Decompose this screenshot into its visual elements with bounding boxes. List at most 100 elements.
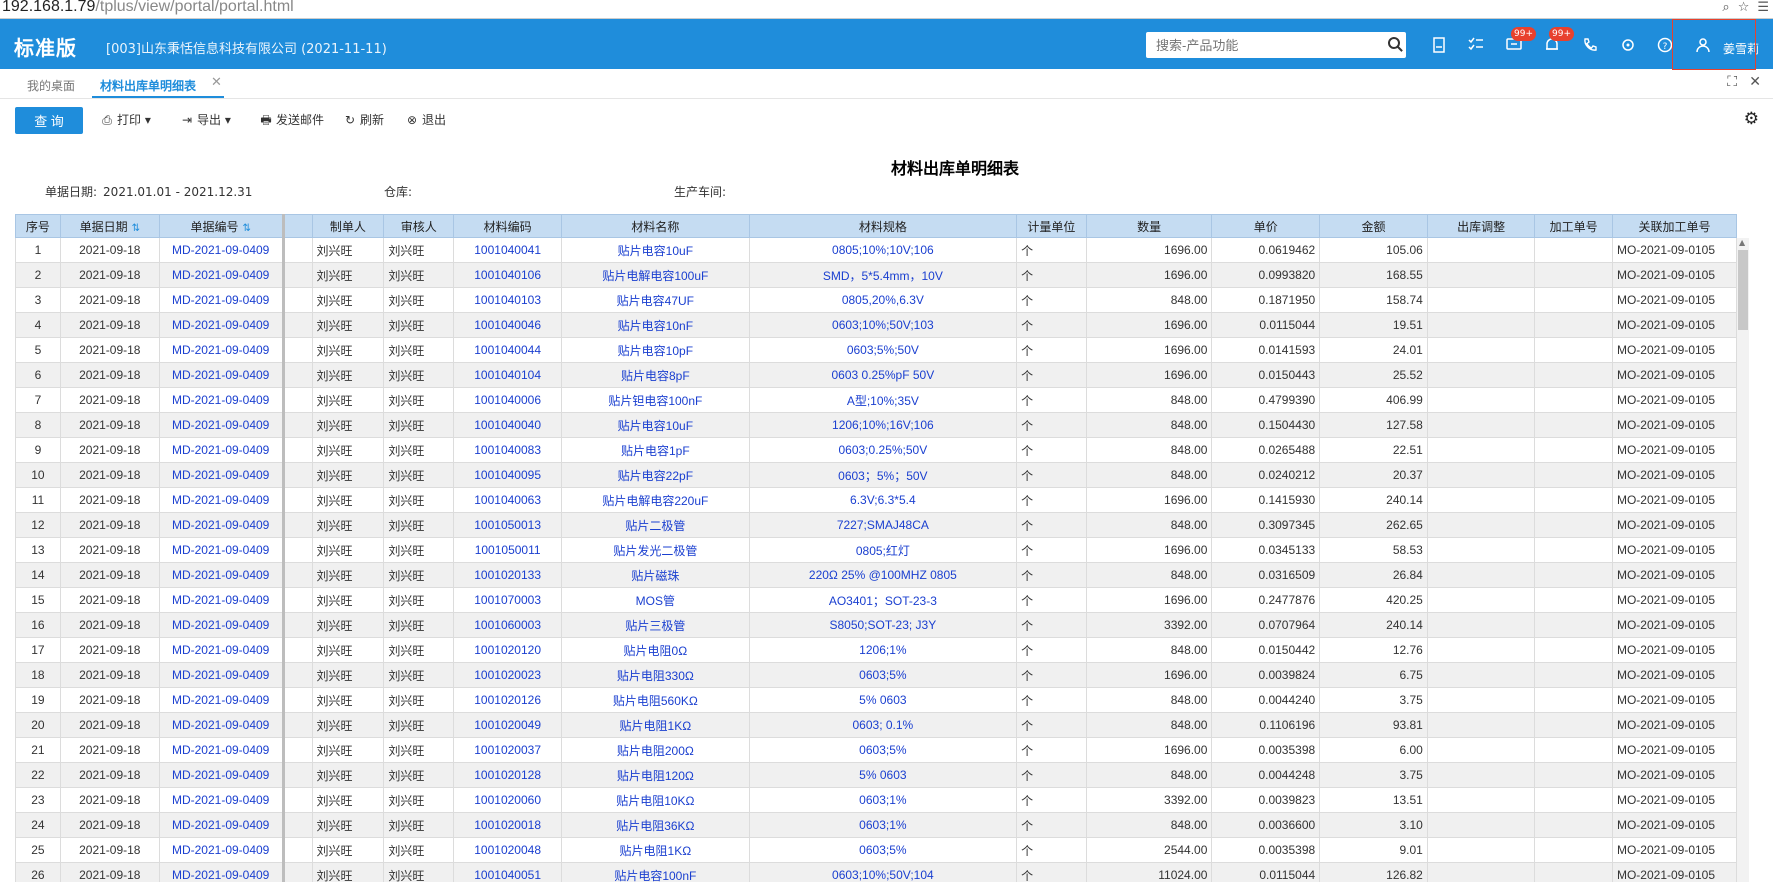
doc-number-link[interactable]: MD-2021-09-0409: [158, 712, 284, 738]
table-row[interactable]: 6 2021-09-18 MD-2021-09-0409 刘兴旺 刘兴旺 10010401…: [15, 362, 1737, 388]
doc-number-link[interactable]: MD-2021-09-0409: [158, 562, 284, 588]
material-code-link[interactable]: 1001020048: [453, 837, 563, 863]
doc-number-link[interactable]: MD-2021-09-0409: [158, 787, 284, 813]
tab-home[interactable]: 我的桌面: [27, 77, 75, 94]
doc-number-link[interactable]: MD-2021-09-0409: [158, 387, 284, 413]
doc-number-link[interactable]: MD-2021-09-0409: [158, 512, 284, 538]
doc-number-link[interactable]: MD-2021-09-0409: [158, 812, 284, 838]
doc-number-link[interactable]: MD-2021-09-0409: [158, 687, 284, 713]
material-code-link[interactable]: 1001040006: [453, 387, 563, 413]
tab-material-outbound-detail[interactable]: 材料出库单明细表: [100, 77, 196, 94]
col-header[interactable]: 制单人: [311, 214, 385, 238]
col-header[interactable]: 材料编码: [453, 214, 563, 238]
scroll-up-icon[interactable]: ▲: [1739, 238, 1745, 247]
table-row[interactable]: 18 2021-09-18 MD-2021-09-0409 刘兴旺 刘兴旺 1001020…: [15, 662, 1737, 688]
material-code-link[interactable]: 1001040046: [453, 312, 563, 338]
url-text[interactable]: 192.168.1.79/tplus/view/portal/portal.ht…: [2, 0, 294, 16]
table-row[interactable]: 4 2021-09-18 MD-2021-09-0409 刘兴旺 刘兴旺 10010400…: [15, 312, 1737, 338]
material-code-link[interactable]: 1001050011: [453, 537, 563, 563]
doc-number-link[interactable]: MD-2021-09-0409: [158, 487, 284, 513]
doc-number-link[interactable]: MD-2021-09-0409: [158, 612, 284, 638]
material-code-link[interactable]: 1001020128: [453, 762, 563, 788]
material-code-link[interactable]: 1001050013: [453, 512, 563, 538]
material-code-link[interactable]: 1001020120: [453, 637, 563, 663]
table-row[interactable]: 3 2021-09-18 MD-2021-09-0409 刘兴旺 刘兴旺 10010401…: [15, 287, 1737, 313]
material-code-link[interactable]: 1001020018: [453, 812, 563, 838]
material-code-link[interactable]: 1001040083: [453, 437, 563, 463]
star-icon[interactable]: ☆: [1738, 0, 1750, 15]
col-header[interactable]: 关联加工单号: [1611, 214, 1737, 238]
scrollbar-thumb[interactable]: [1738, 250, 1748, 330]
table-row[interactable]: 8 2021-09-18 MD-2021-09-0409 刘兴旺 刘兴旺 10010400…: [15, 412, 1737, 438]
table-row[interactable]: 9 2021-09-18 MD-2021-09-0409 刘兴旺 刘兴旺 10010400…: [15, 437, 1737, 463]
table-row[interactable]: 1 2021-09-18 MD-2021-09-0409 刘兴旺 刘兴旺 10010400…: [15, 237, 1737, 263]
doc-number-link[interactable]: MD-2021-09-0409: [158, 462, 284, 488]
doc-number-link[interactable]: MD-2021-09-0409: [158, 412, 284, 438]
menu-icon[interactable]: ☰: [1757, 0, 1769, 15]
col-header[interactable]: 审核人: [383, 214, 455, 238]
doc-number-link[interactable]: MD-2021-09-0409: [158, 337, 284, 363]
sort-icon[interactable]: ⇅: [242, 223, 250, 234]
send-email-button[interactable]: 🖶 发送邮件: [259, 111, 324, 132]
col-header[interactable]: 单价: [1211, 214, 1321, 238]
table-row[interactable]: 22 2021-09-18 MD-2021-09-0409 刘兴旺 刘兴旺 1001020…: [15, 762, 1737, 788]
table-row[interactable]: 2 2021-09-18 MD-2021-09-0409 刘兴旺 刘兴旺 10010401…: [15, 262, 1737, 288]
message-icon[interactable]: 99+: [1505, 27, 1536, 55]
material-code-link[interactable]: 1001020049: [453, 712, 563, 738]
col-header[interactable]: 计量单位: [1016, 214, 1087, 238]
export-button[interactable]: ⇥ 导出 ▾: [180, 111, 231, 128]
doc-number-link[interactable]: MD-2021-09-0409: [158, 737, 284, 763]
table-row[interactable]: 20 2021-09-18 MD-2021-09-0409 刘兴旺 刘兴旺 1001020…: [15, 712, 1737, 738]
material-code-link[interactable]: 1001040044: [453, 337, 563, 363]
notification-bell-icon[interactable]: 99+: [1543, 27, 1574, 55]
doc-number-link[interactable]: MD-2021-09-0409: [158, 287, 284, 313]
material-code-link[interactable]: 1001040063: [453, 487, 563, 513]
refresh-button[interactable]: ↻ 刷新: [343, 111, 384, 128]
query-button[interactable]: 查 询: [15, 107, 83, 134]
zoom-icon[interactable]: ⌕: [1722, 0, 1729, 15]
table-row[interactable]: 16 2021-09-18 MD-2021-09-0409 刘兴旺 刘兴旺 1001060…: [15, 612, 1737, 638]
vertical-scrollbar[interactable]: ▲: [1737, 238, 1749, 882]
search-input[interactable]: [1154, 32, 1378, 58]
exit-button[interactable]: ⊗ 退出: [405, 111, 446, 128]
table-row[interactable]: 17 2021-09-18 MD-2021-09-0409 刘兴旺 刘兴旺 1001020…: [15, 637, 1737, 663]
support-icon[interactable]: [1619, 37, 1637, 55]
search-box[interactable]: [1146, 32, 1406, 58]
gear-icon[interactable]: ⚙: [1744, 109, 1759, 129]
material-code-link[interactable]: 1001040051: [453, 862, 563, 882]
material-code-link[interactable]: 1001040041: [453, 237, 563, 263]
col-header[interactable]: 金额: [1319, 214, 1428, 238]
col-header[interactable]: 材料规格: [748, 214, 1018, 238]
fullscreen-icon[interactable]: ⛶: [1727, 74, 1737, 90]
document-icon[interactable]: [1430, 37, 1448, 55]
material-code-link[interactable]: 1001020133: [453, 562, 563, 588]
material-code-link[interactable]: 1001020126: [453, 687, 563, 713]
material-code-link[interactable]: 1001020037: [453, 737, 563, 763]
print-button[interactable]: ⎙ 打印 ▾: [100, 111, 151, 128]
material-code-link[interactable]: 1001060003: [453, 612, 563, 638]
table-row[interactable]: 12 2021-09-18 MD-2021-09-0409 刘兴旺 刘兴旺 1001050…: [15, 512, 1737, 538]
tab-close-icon[interactable]: ✕: [211, 75, 222, 90]
material-code-link[interactable]: 1001020023: [453, 662, 563, 688]
doc-number-link[interactable]: MD-2021-09-0409: [158, 762, 284, 788]
doc-number-link[interactable]: MD-2021-09-0409: [158, 637, 284, 663]
table-row[interactable]: 7 2021-09-18 MD-2021-09-0409 刘兴旺 刘兴旺 10010400…: [15, 387, 1737, 413]
table-row[interactable]: 24 2021-09-18 MD-2021-09-0409 刘兴旺 刘兴旺 1001020…: [15, 812, 1737, 838]
col-header[interactable]: 数量: [1085, 214, 1213, 238]
doc-number-link[interactable]: MD-2021-09-0409: [158, 262, 284, 288]
table-row[interactable]: 21 2021-09-18 MD-2021-09-0409 刘兴旺 刘兴旺 1001020…: [15, 737, 1737, 763]
col-header[interactable]: 材料名称: [561, 214, 750, 238]
material-code-link[interactable]: 1001040040: [453, 412, 563, 438]
col-header[interactable]: 出库调整: [1426, 214, 1536, 238]
table-row[interactable]: 11 2021-09-18 MD-2021-09-0409 刘兴旺 刘兴旺 1001040…: [15, 487, 1737, 513]
col-header[interactable]: 序号: [15, 214, 61, 238]
material-code-link[interactable]: 1001040106: [453, 262, 563, 288]
material-code-link[interactable]: 1001040095: [453, 462, 563, 488]
col-header[interactable]: 单据编号 ⇅: [158, 214, 284, 238]
table-row[interactable]: 5 2021-09-18 MD-2021-09-0409 刘兴旺 刘兴旺 10010400…: [15, 337, 1737, 363]
doc-number-link[interactable]: MD-2021-09-0409: [158, 537, 284, 563]
doc-number-link[interactable]: MD-2021-09-0409: [158, 587, 284, 613]
doc-number-link[interactable]: MD-2021-09-0409: [158, 662, 284, 688]
doc-number-link[interactable]: MD-2021-09-0409: [158, 237, 284, 263]
material-code-link[interactable]: 1001040103: [453, 287, 563, 313]
